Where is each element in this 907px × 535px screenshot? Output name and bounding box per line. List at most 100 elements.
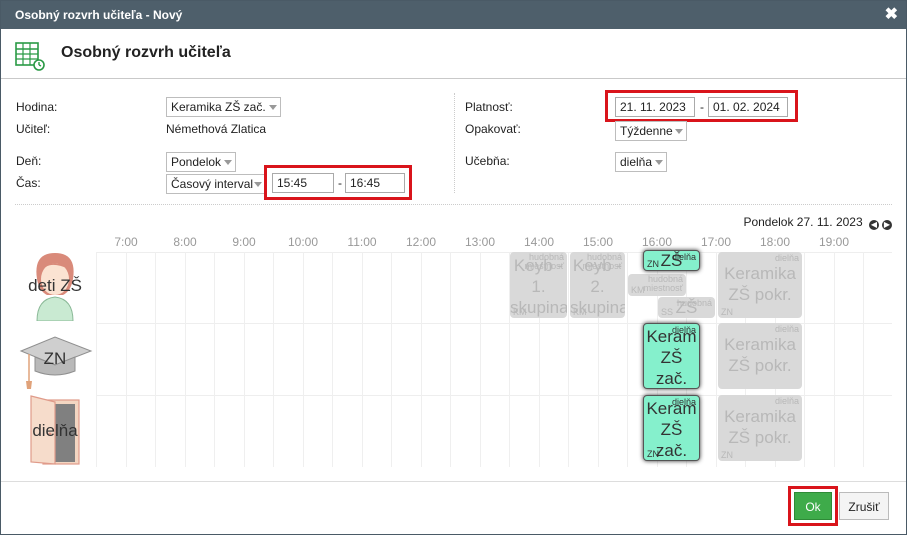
chevron-down-icon — [655, 160, 663, 165]
event-tag: ZN — [647, 449, 659, 459]
event-tag: KM — [513, 307, 527, 317]
dialog-titlebar: Osobný rozvrh učiteľa - Nový ✖ — [1, 1, 906, 29]
grid-column — [214, 252, 215, 467]
event-keramika-pokr[interactable]: Keramika ZŠ pokr. dielňa ZN — [718, 395, 802, 461]
ok-button[interactable]: Ok — [794, 492, 832, 520]
grid-column — [96, 252, 97, 467]
event-keyb-1[interactable]: Keyb - 1. skupina hudobná miestnosť KM — [510, 252, 567, 318]
grid-column — [420, 252, 422, 467]
grid-column — [391, 252, 392, 467]
row-label: deti ZŠ — [28, 276, 82, 295]
cas-mode-value: Časový interval — [171, 177, 254, 191]
event-small-1[interactable]: hudobná miestnosť KM — [628, 274, 686, 296]
grid-column — [184, 252, 186, 467]
chevron-down-icon — [675, 129, 683, 134]
grid-column — [302, 252, 304, 467]
event-keramika-pokr[interactable]: Keramika ZŠ pokr. dielňa — [718, 323, 802, 389]
event-room: dielňa — [671, 252, 696, 262]
time-label: 8:00 — [173, 235, 197, 249]
opakovat-label: Opakovať: — [465, 122, 521, 136]
time-label: 15:00 — [582, 235, 614, 249]
dialog-title: Osobný rozvrh učiteľa - Nový — [15, 8, 183, 22]
opakovat-select[interactable]: Týždenne — [615, 121, 687, 141]
time-label: 7:00 — [114, 235, 138, 249]
chevron-down-icon — [254, 182, 262, 187]
ucitel-label: Učiteľ: — [16, 122, 51, 136]
event-tag: ZN — [721, 450, 733, 460]
prev-day-icon[interactable]: ◀ — [869, 220, 879, 230]
grid-column — [863, 252, 864, 467]
dialog-header: Osobný rozvrh učiteľa — [1, 29, 906, 79]
event-tag: ZN — [647, 259, 659, 269]
ucebna-value: dielňa — [620, 155, 653, 169]
event-keramika-zac[interactable]: Keram ZŠ zač. dielňa ZN — [643, 395, 700, 461]
hodina-select[interactable]: Keramika ZŠ zač. — [166, 97, 281, 117]
grid-column — [361, 252, 363, 467]
time-label: 9:00 — [232, 235, 256, 249]
page-title: Osobný rozvrh učiteľa — [61, 44, 231, 61]
ucebna-select[interactable]: dielňa — [615, 152, 667, 172]
time-label: 16:00 — [641, 235, 673, 249]
event-tag: SS — [661, 307, 674, 317]
den-label: Deň: — [16, 154, 42, 168]
grid-column — [450, 252, 451, 467]
row-label: ZN — [43, 349, 67, 368]
platnost-highlight — [605, 90, 798, 122]
time-label: 19:00 — [818, 235, 850, 249]
event-small-2[interactable]: ZŠ hudobná SS — [658, 297, 715, 318]
event-room: dielňa — [671, 325, 696, 335]
event-room: dielňa — [774, 253, 799, 263]
event-keyb-2[interactable]: Keyb - 2. skupina hudobná miestnosť KM — [570, 252, 625, 318]
event-room: hudobná — [676, 298, 712, 308]
cas-label: Čas: — [16, 176, 41, 190]
time-label: 17:00 — [700, 235, 732, 249]
grid-column — [804, 252, 805, 467]
grid-column — [833, 252, 835, 467]
chevron-down-icon — [269, 105, 277, 110]
event-room: hudobná miestnosť — [524, 252, 564, 271]
den-value: Pondelok — [171, 155, 222, 169]
hodina-label: Hodina: — [16, 100, 58, 114]
form-divider — [454, 93, 455, 193]
opakovat-value: Týždenne — [620, 124, 673, 138]
ucebna-label: Učebňa: — [465, 154, 510, 168]
event-room: dielňa — [774, 324, 799, 334]
date-navigation: Pondelok 27. 11. 2023 ◀ ▶ — [743, 215, 892, 230]
event-tag: KM — [631, 285, 645, 295]
grid-column — [155, 252, 156, 467]
event-keramika-zac[interactable]: Keram ZŠ zač. dielňa — [643, 323, 700, 389]
cas-highlight — [264, 165, 412, 200]
grid-column — [715, 252, 717, 467]
next-day-icon[interactable]: ▶ — [882, 220, 892, 230]
chevron-down-icon — [224, 160, 232, 165]
hodina-value: Keramika ZŠ zač. — [171, 100, 266, 114]
event-zs-selected[interactable]: ZŠ dielňa ZN — [643, 250, 700, 271]
event-room: hudobná miestnosť — [582, 252, 622, 271]
grid-column — [125, 252, 127, 467]
event-tag: KM — [573, 307, 587, 317]
platnost-label: Platnosť: — [465, 100, 513, 114]
cancel-button[interactable]: Zrušiť — [839, 492, 889, 520]
grid-column — [243, 252, 245, 467]
calendar-table-icon — [15, 42, 45, 71]
time-label: 12:00 — [405, 235, 437, 249]
schedule-date: Pondelok 27. 11. 2023 — [743, 215, 863, 229]
event-room: dielňa — [671, 397, 696, 407]
time-label: 11:00 — [347, 235, 377, 249]
grid-column — [273, 252, 274, 467]
section-divider — [15, 204, 892, 205]
row-label: dielňa — [32, 421, 78, 440]
dialog: Osobný rozvrh učiteľa - Nový ✖ Osobný ro… — [0, 0, 907, 535]
event-keramika-pokr[interactable]: Keramika ZŠ pokr. dielňa ZN — [718, 252, 802, 318]
cas-mode-select[interactable]: Časový interval — [166, 174, 266, 194]
time-label: 13:00 — [464, 235, 496, 249]
grid-column — [332, 252, 333, 467]
event-tag: ZN — [721, 307, 733, 317]
event-room: dielňa — [774, 396, 799, 406]
ucitel-value: Némethová Zlatica — [166, 122, 267, 136]
time-label: 10:00 — [287, 235, 319, 249]
time-label: 18:00 — [759, 235, 791, 249]
close-icon[interactable]: ✖ — [885, 1, 898, 29]
den-select[interactable]: Pondelok — [166, 152, 236, 172]
dialog-footer — [1, 481, 906, 482]
